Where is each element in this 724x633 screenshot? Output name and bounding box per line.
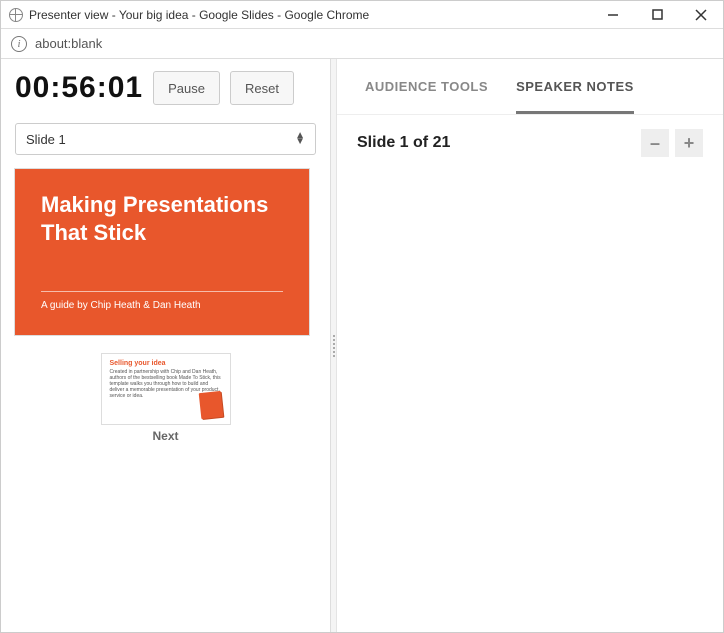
tab-speaker-notes[interactable]: SPEAKER NOTES <box>516 79 634 114</box>
selector-stepper-icon: ▲▼ <box>295 133 305 145</box>
book-icon <box>198 391 223 419</box>
presenter-left-panel: 00:56:01 Pause Reset Slide 1 ▲▼ Making P… <box>1 59 331 632</box>
window-titlebar: Presenter view - Your big idea - Google … <box>1 1 723 29</box>
reset-button[interactable]: Reset <box>230 71 294 105</box>
elapsed-timer: 00:56:01 <box>15 71 143 105</box>
presenter-right-panel: AUDIENCE TOOLS SPEAKER NOTES Slide 1 of … <box>337 59 723 632</box>
timer-row: 00:56:01 Pause Reset <box>15 71 316 105</box>
address-bar[interactable]: i about:blank <box>1 29 723 59</box>
zoom-out-button[interactable]: – <box>641 129 669 157</box>
current-slide-title: Making Presentations That Stick <box>41 191 283 246</box>
splitter-grip-icon <box>333 335 335 357</box>
pause-button[interactable]: Pause <box>153 71 220 105</box>
next-slide-wrap: Selling your idea Created in partnership… <box>15 353 316 443</box>
next-slide-heading: Selling your idea <box>110 360 222 367</box>
speaker-notes-body[interactable] <box>337 171 723 632</box>
url-text: about:blank <box>35 36 102 51</box>
slide-selector[interactable]: Slide 1 ▲▼ <box>15 123 316 155</box>
zoom-in-button[interactable]: + <box>675 129 703 157</box>
current-slide-preview[interactable]: Making Presentations That Stick A guide … <box>15 169 309 335</box>
next-label: Next <box>152 429 178 443</box>
slide-selector-label: Slide 1 <box>26 132 66 147</box>
site-info-icon[interactable]: i <box>11 36 27 52</box>
main-content: 00:56:01 Pause Reset Slide 1 ▲▼ Making P… <box>1 59 723 632</box>
app-icon <box>9 8 23 22</box>
window-title: Presenter view - Your big idea - Google … <box>29 8 591 22</box>
tab-bar: AUDIENCE TOOLS SPEAKER NOTES <box>337 59 723 115</box>
notes-slide-indicator: Slide 1 of 21 <box>357 134 450 152</box>
current-slide-subtitle: A guide by Chip Heath & Dan Heath <box>41 291 283 311</box>
minimize-button[interactable] <box>591 1 635 29</box>
tab-audience-tools[interactable]: AUDIENCE TOOLS <box>365 79 488 114</box>
notes-header: Slide 1 of 21 – + <box>337 115 723 171</box>
next-slide-preview[interactable]: Selling your idea Created in partnership… <box>101 353 231 425</box>
zoom-controls: – + <box>641 129 703 157</box>
maximize-button[interactable] <box>635 1 679 29</box>
close-button[interactable] <box>679 1 723 29</box>
